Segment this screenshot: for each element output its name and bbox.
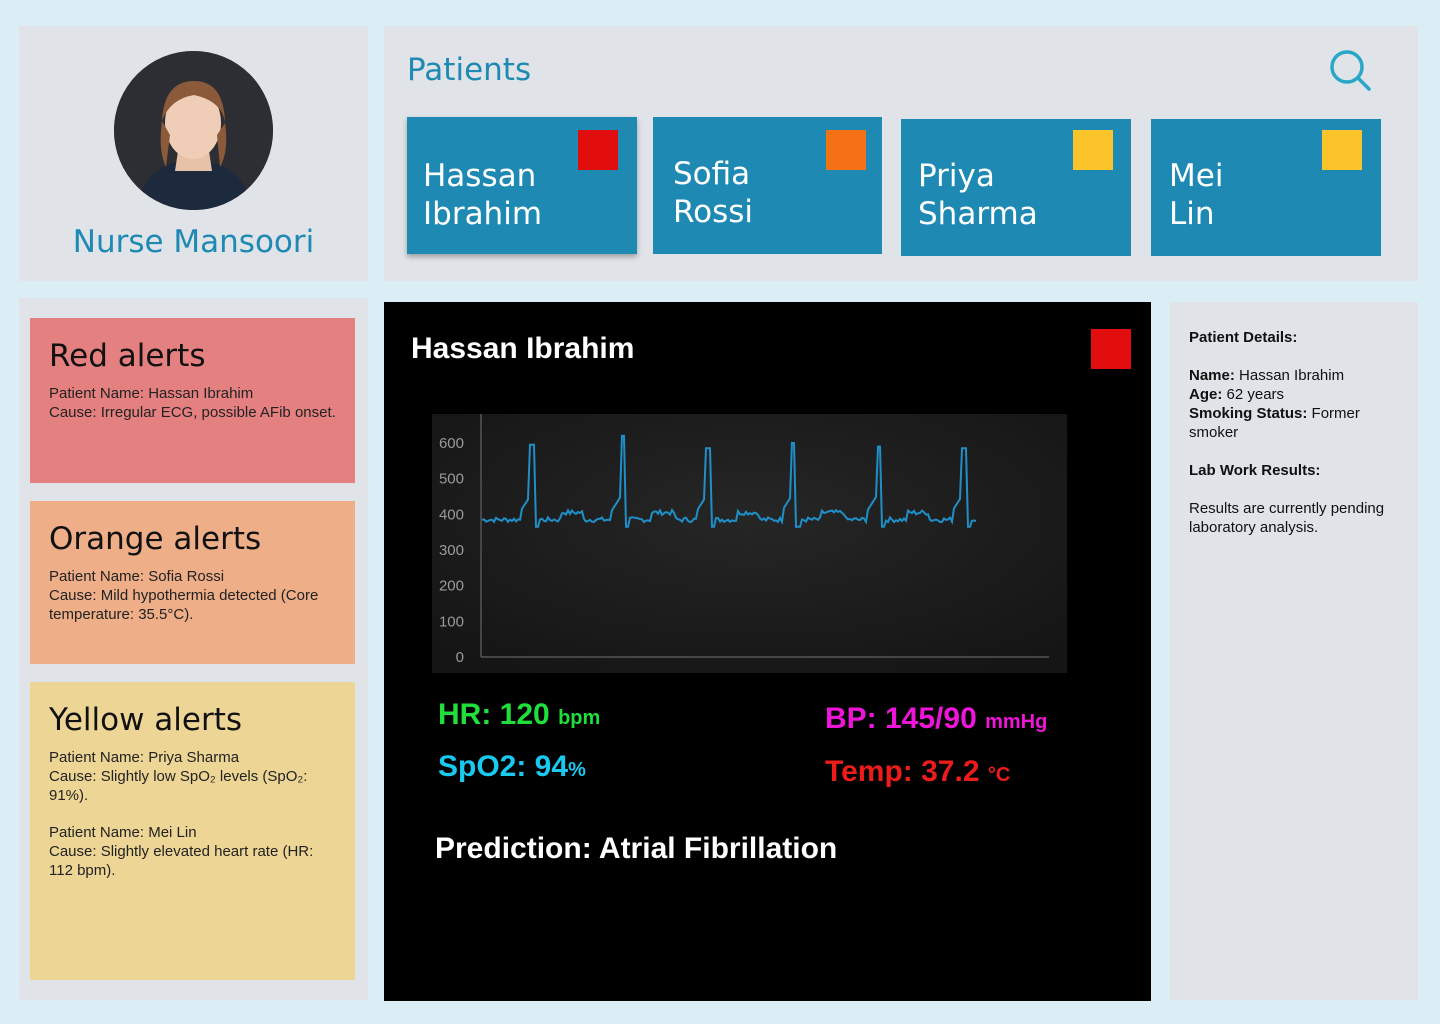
lab-heading: Lab Work Results:	[1189, 462, 1321, 479]
temperature-reading: Temp: 37.2 °C	[825, 755, 1010, 789]
status-square	[1322, 130, 1362, 170]
temperature-unit: °C	[987, 764, 1011, 786]
profile-panel: Nurse Mansoori	[19, 26, 368, 281]
spo2-value: SpO2: 94	[438, 750, 569, 783]
blood-pressure-reading: BP: 145/90 mmHg	[825, 702, 1047, 736]
patient-card-priya-sharma[interactable]: Priya Sharma	[901, 119, 1131, 256]
alert-title: Yellow alerts	[49, 702, 243, 738]
details-age-value: 62 years	[1222, 386, 1285, 403]
details-heading: Patient Details:	[1189, 329, 1298, 346]
patient-monitor: Hassan Ibrahim 0 100 200 300 400 500 600 HR: 1…	[384, 302, 1151, 1001]
alert-title: Red alerts	[49, 338, 206, 374]
heart-rate-unit: bpm	[558, 707, 601, 729]
alert-title: Orange alerts	[49, 521, 262, 557]
details-name-label: Name:	[1189, 367, 1235, 384]
patients-panel: Patients Hassan Ibrahim Sofia Rossi Priy…	[384, 26, 1418, 281]
details-smoking-label: Smoking Status:	[1189, 405, 1308, 422]
spo2-reading: SpO2: 94%	[438, 750, 586, 784]
patient-card-name: Sofia Rossi	[673, 156, 754, 230]
y-tick-label: 100	[439, 613, 464, 630]
patients-title: Patients	[407, 52, 532, 88]
y-tick-label: 400	[439, 506, 464, 523]
monitor-patient-name: Hassan Ibrahim	[411, 332, 635, 365]
spo2-unit: %	[568, 759, 586, 781]
orange-alerts-card[interactable]: Orange alerts Patient Name: Sofia Rossi …	[30, 501, 355, 664]
details-smoking-row: Smoking Status: Former smoker	[1189, 404, 1399, 442]
patient-card-name: Mei Lin	[1169, 158, 1224, 232]
status-square	[1073, 130, 1113, 170]
avatar-photo	[114, 51, 273, 210]
details-age-label: Age:	[1189, 386, 1223, 403]
chart-background	[432, 414, 1067, 673]
alert-cause: Cause: Slightly elevated heart rate (HR:…	[49, 843, 314, 879]
temperature-value: Temp: 37.2	[825, 755, 980, 788]
details-name-row: Name: Hassan Ibrahim	[1189, 366, 1399, 385]
alert-cause: Cause: Slightly low SpO₂ levels (SpO₂: 9…	[49, 768, 308, 804]
blood-pressure-unit: mmHg	[985, 711, 1048, 733]
y-tick-label: 500	[439, 471, 464, 488]
patient-card-sofia-rossi[interactable]: Sofia Rossi	[653, 117, 882, 254]
search-icon[interactable]	[1328, 48, 1372, 92]
ecg-chart: 0 100 200 300 400 500 600	[432, 414, 1067, 673]
patient-details-panel: Patient Details: Name: Hassan Ibrahim Ag…	[1170, 302, 1418, 1000]
heart-rate-value: HR: 120	[438, 698, 550, 731]
y-tick-label: 200	[439, 578, 464, 595]
patient-card-hassan-ibrahim[interactable]: Hassan Ibrahim	[407, 117, 637, 254]
y-tick-label: 300	[439, 542, 464, 559]
patient-card-name: Hassan Ibrahim	[423, 158, 543, 232]
alert-patient-name: Patient Name: Hassan Ibrahim	[49, 385, 254, 402]
status-square	[1091, 329, 1131, 369]
alert-patient-name: Patient Name: Priya Sharma	[49, 749, 240, 766]
alert-patient-name: Patient Name: Sofia Rossi	[49, 568, 225, 585]
patient-card-name: Priya Sharma	[918, 158, 1038, 232]
avatar[interactable]	[114, 51, 273, 210]
status-square	[578, 130, 618, 170]
details-age-row: Age: 62 years	[1189, 385, 1399, 404]
status-square	[826, 130, 866, 170]
alert-entry: Patient Name: Mei Lin Cause: Slightly el…	[49, 823, 336, 880]
prediction-text: Prediction: Atrial Fibrillation	[435, 832, 838, 865]
alert-cause: Cause: Mild hypothermia detected (Core t…	[49, 587, 319, 623]
nurse-name: Nurse Mansoori	[72, 224, 315, 260]
heart-rate-reading: HR: 120 bpm	[438, 698, 600, 732]
y-tick-label: 600	[439, 435, 464, 452]
lab-results-text: Results are currently pending laboratory…	[1189, 500, 1385, 536]
alert-cause: Cause: Irregular ECG, possible AFib onse…	[49, 404, 336, 421]
alert-entry: Patient Name: Sofia Rossi Cause: Mild hy…	[49, 567, 336, 624]
patient-card-mei-lin[interactable]: Mei Lin	[1151, 119, 1381, 256]
details-name-value: Hassan Ibrahim	[1234, 367, 1345, 384]
alert-entry: Patient Name: Priya Sharma Cause: Slight…	[49, 748, 336, 805]
alert-entry: Patient Name: Hassan Ibrahim Cause: Irre…	[49, 384, 336, 422]
alerts-panel: Red alerts Patient Name: Hassan Ibrahim …	[19, 298, 368, 1000]
y-tick-label: 0	[456, 649, 464, 666]
alert-patient-name: Patient Name: Mei Lin	[49, 824, 197, 841]
yellow-alerts-card[interactable]: Yellow alerts Patient Name: Priya Sharma…	[30, 682, 355, 980]
blood-pressure-value: BP: 145/90	[825, 702, 977, 735]
red-alerts-card[interactable]: Red alerts Patient Name: Hassan Ibrahim …	[30, 318, 355, 483]
